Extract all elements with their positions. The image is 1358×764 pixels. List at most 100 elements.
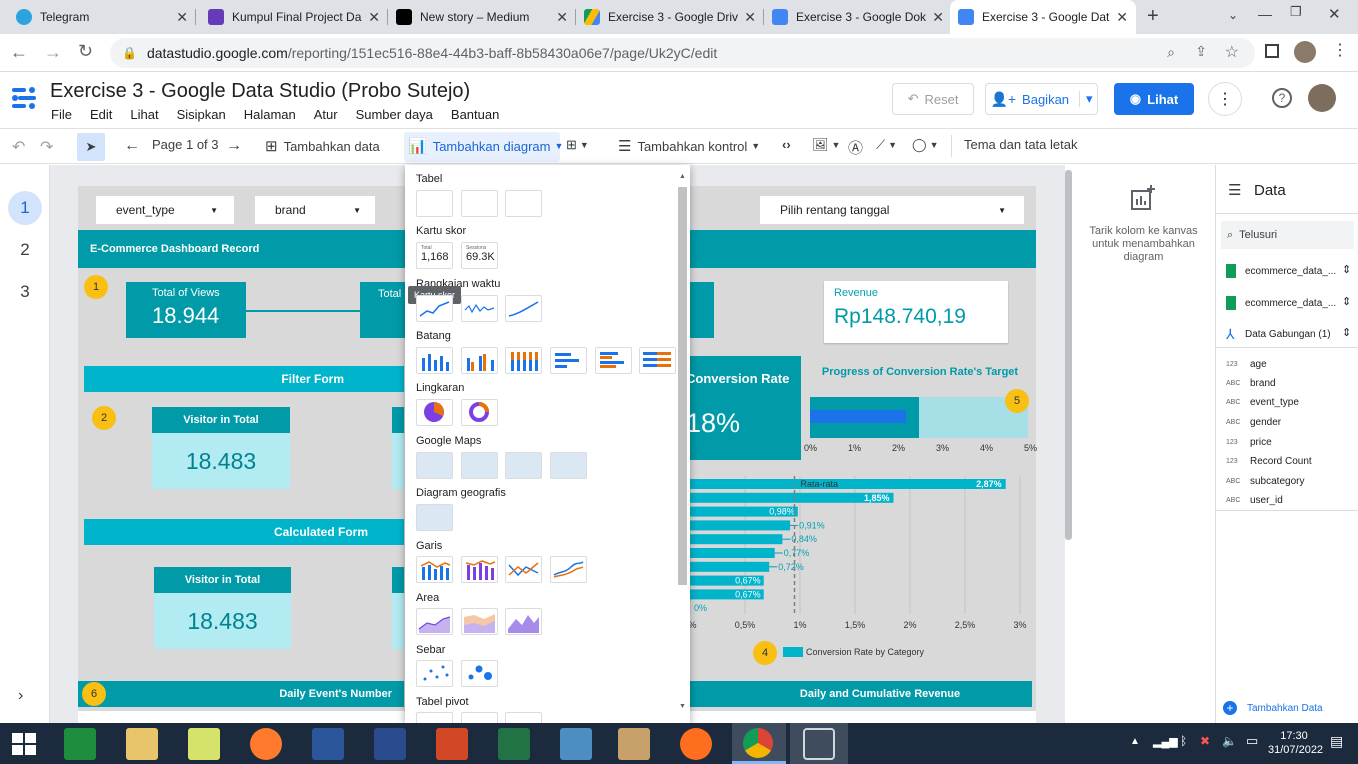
word-icon[interactable] [312, 728, 344, 760]
action-center-icon[interactable]: ▤ [1330, 733, 1343, 750]
field-price[interactable]: 123 price [1226, 437, 1272, 448]
brand-filter[interactable]: brand ▼ [255, 196, 375, 224]
area-chart-icon[interactable] [416, 608, 453, 635]
filled-map-icon[interactable] [461, 452, 498, 479]
volume-icon[interactable]: 🔈 [1222, 734, 1237, 748]
firefox-dev-icon[interactable] [680, 728, 712, 760]
prev-page-icon[interactable]: ← [124, 137, 140, 155]
undo-icon[interactable]: ↶ [12, 137, 25, 157]
add-data-button[interactable]: ⊞ Tambahkan data [265, 137, 380, 155]
menu-scrollbar[interactable]: ▲ ▼ [677, 173, 688, 713]
excel-icon[interactable] [498, 728, 530, 760]
expand-icon[interactable]: ⇕ [1342, 295, 1351, 308]
field-record-count[interactable]: 123 Record Count [1226, 456, 1312, 467]
heatmap-map-icon[interactable] [505, 452, 542, 479]
sticky-notes-icon[interactable] [188, 728, 220, 760]
app-icon[interactable] [560, 728, 592, 760]
pdf-icon[interactable] [374, 728, 406, 760]
table-bars-icon[interactable] [461, 190, 498, 217]
close-tab-icon[interactable]: ✕ [1116, 9, 1128, 26]
stacked-bar-icon[interactable] [639, 347, 676, 374]
powerpoint-icon[interactable] [436, 728, 468, 760]
close-window-icon[interactable]: ✕ [1328, 5, 1341, 23]
share-page-icon[interactable]: ⇪ [1195, 43, 1207, 60]
file-explorer-icon[interactable] [126, 728, 158, 760]
scorecard-icon[interactable]: Total 1,168 [416, 242, 453, 269]
bubble-chart-icon[interactable] [461, 660, 498, 687]
field-search-input[interactable]: ⌕ Telusuri [1221, 221, 1354, 249]
field-subcategory[interactable]: ABC subcategory [1226, 476, 1304, 487]
table-icon[interactable] [416, 190, 453, 217]
field-event-type[interactable]: ABC event_type [1226, 397, 1299, 408]
menu-help[interactable]: Bantuan [451, 107, 499, 122]
tab-forms[interactable]: Kumpul Final Project Da ✕ [200, 0, 388, 34]
select-tool-icon[interactable]: ➤ [77, 133, 105, 161]
clock[interactable]: 17:30 31/07/2022 [1268, 729, 1323, 757]
smoothed-line-icon[interactable] [550, 556, 587, 583]
reset-button[interactable]: ↶ Reset [892, 83, 974, 115]
tab-drive[interactable]: Exercise 3 - Google Driv ✕ [576, 0, 764, 34]
chrome-taskbar-item[interactable] [732, 723, 786, 764]
close-tab-icon[interactable]: ✕ [932, 9, 944, 26]
donut-chart-icon[interactable] [461, 399, 498, 426]
table-heatmap-icon[interactable] [505, 190, 542, 217]
scorecard-compact-icon[interactable]: Sessions 69.3K [461, 242, 498, 269]
page-3[interactable]: 3 [8, 275, 42, 309]
bar-chart-icon[interactable] [550, 347, 587, 374]
tab-datastudio[interactable]: Exercise 3 - Google Dat ✕ [950, 0, 1136, 34]
page-2[interactable]: 2 [8, 233, 42, 267]
network-icon[interactable]: ▂▄▆ [1153, 735, 1178, 748]
bluetooth-icon[interactable]: ᛒ [1180, 734, 1187, 748]
pivot-table-icon[interactable] [416, 712, 453, 723]
notification-icon[interactable]: ✖ [1200, 734, 1210, 748]
zoom-icon[interactable]: ⌕ [1167, 44, 1175, 61]
menu-resource[interactable]: Sumber daya [356, 107, 433, 122]
next-page-icon[interactable]: → [226, 137, 242, 155]
stacked-combo-icon[interactable] [461, 556, 498, 583]
redo-icon[interactable]: ↷ [40, 137, 53, 157]
text-icon[interactable]: Ⓐ [848, 137, 863, 158]
datasource-2[interactable]: ecommerce_data_... [1245, 298, 1336, 309]
tray-arrow-icon[interactable]: ▲ [1130, 736, 1140, 747]
menu-page[interactable]: Halaman [244, 107, 296, 122]
restore-icon[interactable]: ❐ [1290, 4, 1302, 20]
bookmark-star-icon[interactable]: ☆ [1225, 42, 1239, 62]
menu-file[interactable]: File [51, 107, 72, 122]
combo-chart-icon[interactable] [416, 556, 453, 583]
timeseries-icon[interactable] [416, 295, 453, 322]
line-map-icon[interactable] [550, 452, 587, 479]
minimize-icon[interactable]: — [1258, 6, 1272, 22]
side-panel-icon[interactable] [1265, 44, 1279, 58]
event-type-filter[interactable]: event_type ▼ [96, 196, 234, 224]
tab-telegram[interactable]: Telegram ✕ [8, 0, 196, 34]
more-options-icon[interactable]: ⋮ [1208, 82, 1242, 116]
expand-icon[interactable]: ⇕ [1342, 263, 1351, 276]
pie-chart-icon[interactable] [416, 399, 453, 426]
field-user-id[interactable]: ABC user_id [1226, 495, 1283, 506]
add-control-button[interactable]: ☰ Tambahkan kontrol ▼ [618, 137, 760, 155]
scroll-thumb[interactable] [678, 187, 687, 585]
bubble-map-icon[interactable] [416, 452, 453, 479]
pivot-bars-icon[interactable] [461, 712, 498, 723]
tab-search-icon[interactable]: ⌄ [1228, 8, 1238, 22]
smoothed-timeseries-icon[interactable] [505, 295, 542, 322]
percent-area-icon[interactable] [505, 608, 542, 635]
report-title[interactable]: Exercise 3 - Google Data Studio (Probo S… [50, 80, 470, 103]
help-icon[interactable]: ? [1272, 88, 1292, 108]
stacked-area-icon[interactable] [461, 608, 498, 635]
add-data-link[interactable]: + Tambahkan Data [1223, 701, 1323, 715]
menu-arrange[interactable]: Atur [314, 107, 338, 122]
canvas-scrollbar[interactable] [1065, 170, 1072, 540]
close-tab-icon[interactable]: ✕ [744, 9, 756, 26]
menu-view[interactable]: Lihat [130, 107, 158, 122]
grouped-bar-icon[interactable] [595, 347, 632, 374]
windows-start-icon[interactable] [12, 733, 36, 755]
line-chart-icon[interactable] [505, 556, 542, 583]
battery-icon[interactable]: ▭ [1246, 733, 1258, 749]
tab-medium[interactable]: New story – Medium ✕ [388, 0, 576, 34]
user-avatar[interactable] [1308, 84, 1336, 112]
datasource-1[interactable]: ecommerce_data_... [1245, 266, 1336, 277]
share-dropdown-icon[interactable]: ▾ [1079, 91, 1093, 107]
reload-icon[interactable]: ↻ [78, 41, 93, 62]
menu-edit[interactable]: Edit [90, 107, 112, 122]
